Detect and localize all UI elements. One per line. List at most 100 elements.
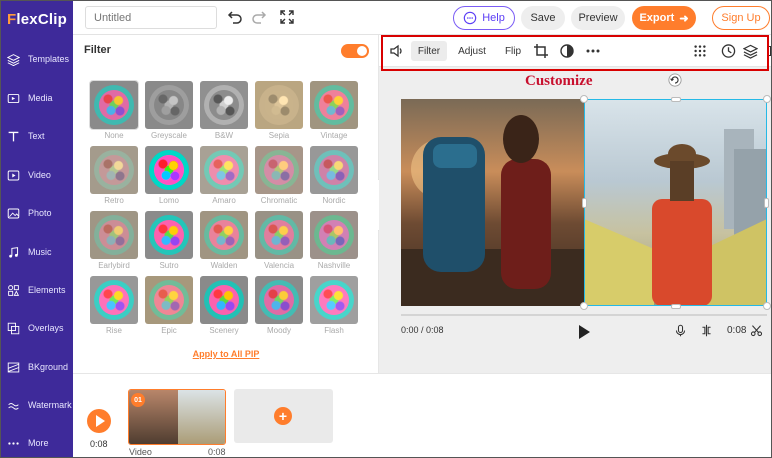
play-button[interactable]	[579, 325, 590, 339]
sidebar-item-watermark[interactable]: Watermark	[1, 395, 73, 415]
sidebar-item-video[interactable]: Video	[1, 165, 73, 185]
filter-preview-candy	[264, 220, 294, 250]
sidebar-item-more[interactable]: More	[1, 433, 73, 453]
clip-thumbnail-right	[178, 390, 225, 444]
more-dots-icon	[8, 441, 19, 445]
layers-icon	[7, 53, 20, 66]
rotate-icon[interactable]	[668, 73, 682, 87]
filter-label: Greyscale	[150, 131, 187, 140]
resize-handle-br[interactable]	[763, 302, 771, 310]
filter-preview-candy	[319, 90, 349, 120]
filter-thumbnail[interactable]	[255, 146, 303, 194]
customize-highlight-box	[381, 35, 769, 71]
sidebar-item-label: More	[28, 438, 49, 448]
filter-thumbnail[interactable]	[310, 81, 358, 129]
filter-preview-candy	[264, 285, 294, 315]
text-icon	[8, 131, 19, 141]
filter-preview-candy	[209, 285, 239, 315]
resize-handle-left[interactable]	[582, 198, 587, 208]
filter-label: Nordic	[322, 196, 346, 205]
project-title-input[interactable]	[85, 6, 217, 29]
elements-icon	[8, 284, 20, 296]
filter-preview-candy	[99, 90, 129, 120]
help-button[interactable]: Help	[453, 6, 515, 30]
resize-handle-top[interactable]	[671, 97, 681, 102]
split-icon[interactable]	[700, 324, 713, 337]
filter-preview-candy	[154, 155, 184, 185]
sidebar-item-media[interactable]: Media	[1, 88, 73, 108]
sidebar-item-overlays[interactable]: Overlays	[1, 318, 73, 338]
filter-preview-candy	[209, 90, 239, 120]
filter-thumbnail[interactable]	[200, 146, 248, 194]
filter-thumbnail[interactable]	[310, 276, 358, 324]
filter-thumbnail[interactable]	[255, 211, 303, 259]
sidebar-item-label: Music	[28, 247, 52, 257]
filter-preview-candy	[99, 285, 129, 315]
filter-toggle[interactable]	[341, 44, 369, 58]
filter-thumbnail[interactable]	[310, 211, 358, 259]
selection-frame[interactable]	[584, 99, 767, 306]
filter-thumbnail[interactable]	[145, 211, 193, 259]
filter-thumbnail[interactable]	[200, 211, 248, 259]
resize-handle-bl[interactable]	[580, 302, 588, 310]
filter-thumbnail[interactable]	[200, 276, 248, 324]
filter-thumbnail[interactable]	[310, 146, 358, 194]
filter-panel: Filter None Greyscale B&W Sepia Vintage Retro…	[73, 35, 379, 373]
redo-icon[interactable]	[251, 9, 267, 25]
filter-thumbnail[interactable]	[145, 276, 193, 324]
filter-preview-candy	[154, 220, 184, 250]
filter-thumbnail[interactable]	[90, 211, 138, 259]
save-button[interactable]: Save	[521, 6, 565, 30]
scissors-icon[interactable]	[750, 324, 763, 337]
sidebar-item-elements[interactable]: Elements	[1, 280, 73, 300]
filter-thumbnail[interactable]	[90, 146, 138, 194]
timeline-play-button[interactable]	[87, 409, 111, 433]
resize-handle-right[interactable]	[764, 198, 769, 208]
filter-label: Lomo	[158, 196, 179, 205]
top-bar: Help Save Preview Export ➜ Sign Up	[73, 1, 771, 35]
playback-progress-bar[interactable]	[401, 314, 767, 316]
signup-button[interactable]: Sign Up	[712, 6, 770, 30]
filter-thumbnail[interactable]	[255, 81, 303, 129]
filter-thumbnail[interactable]	[145, 81, 193, 129]
watermark-icon	[8, 402, 19, 410]
filter-thumbnail[interactable]	[255, 276, 303, 324]
filter-label: Rise	[105, 326, 122, 335]
filter-preview-candy	[99, 155, 129, 185]
filter-label: Epic	[161, 326, 177, 335]
undo-icon[interactable]	[227, 9, 243, 25]
hiker-backpack-image	[401, 115, 584, 306]
sidebar-item-text[interactable]: Text	[1, 126, 73, 146]
export-button[interactable]: Export ➜	[632, 6, 696, 30]
apply-to-all-pip-link[interactable]: Apply to All PIP	[73, 349, 379, 359]
sidebar-item-music[interactable]: Music	[1, 242, 73, 262]
sidebar-item-bkground[interactable]: BKground	[1, 357, 73, 377]
filter-thumbnail[interactable]	[200, 81, 248, 129]
resize-handle-bottom[interactable]	[671, 304, 681, 309]
video-icon	[7, 170, 20, 180]
fullscreen-icon[interactable]	[279, 9, 295, 25]
video-canvas-left[interactable]	[401, 99, 584, 306]
filter-thumbnail[interactable]	[89, 80, 139, 130]
sidebar-item-templates[interactable]: Templates	[1, 49, 73, 69]
logo[interactable]: FlexClip	[1, 1, 73, 37]
sidebar-item-photo[interactable]: Photo	[1, 203, 73, 223]
filter-thumbnail[interactable]	[90, 276, 138, 324]
resize-handle-tr[interactable]	[763, 95, 771, 103]
media-icon	[7, 93, 20, 103]
filter-label: Walden	[210, 261, 238, 270]
add-scene-button[interactable]: +	[234, 389, 333, 443]
filter-preview-candy	[319, 155, 349, 185]
resize-handle-tl[interactable]	[580, 95, 588, 103]
preview-button[interactable]: Preview	[571, 6, 625, 30]
filter-preview-candy	[209, 155, 239, 185]
sidebar-item-label: Text	[28, 131, 45, 141]
microphone-icon[interactable]	[674, 324, 687, 337]
filter-label: Sepia	[268, 131, 290, 140]
filter-label: Earlybird	[98, 261, 130, 270]
sidebar-item-label: Photo	[28, 208, 52, 218]
sidebar-item-label: Elements	[28, 285, 66, 295]
filter-preview-candy	[154, 90, 184, 120]
filter-thumbnail[interactable]	[145, 146, 193, 194]
filter-label: Scenery	[209, 326, 239, 335]
